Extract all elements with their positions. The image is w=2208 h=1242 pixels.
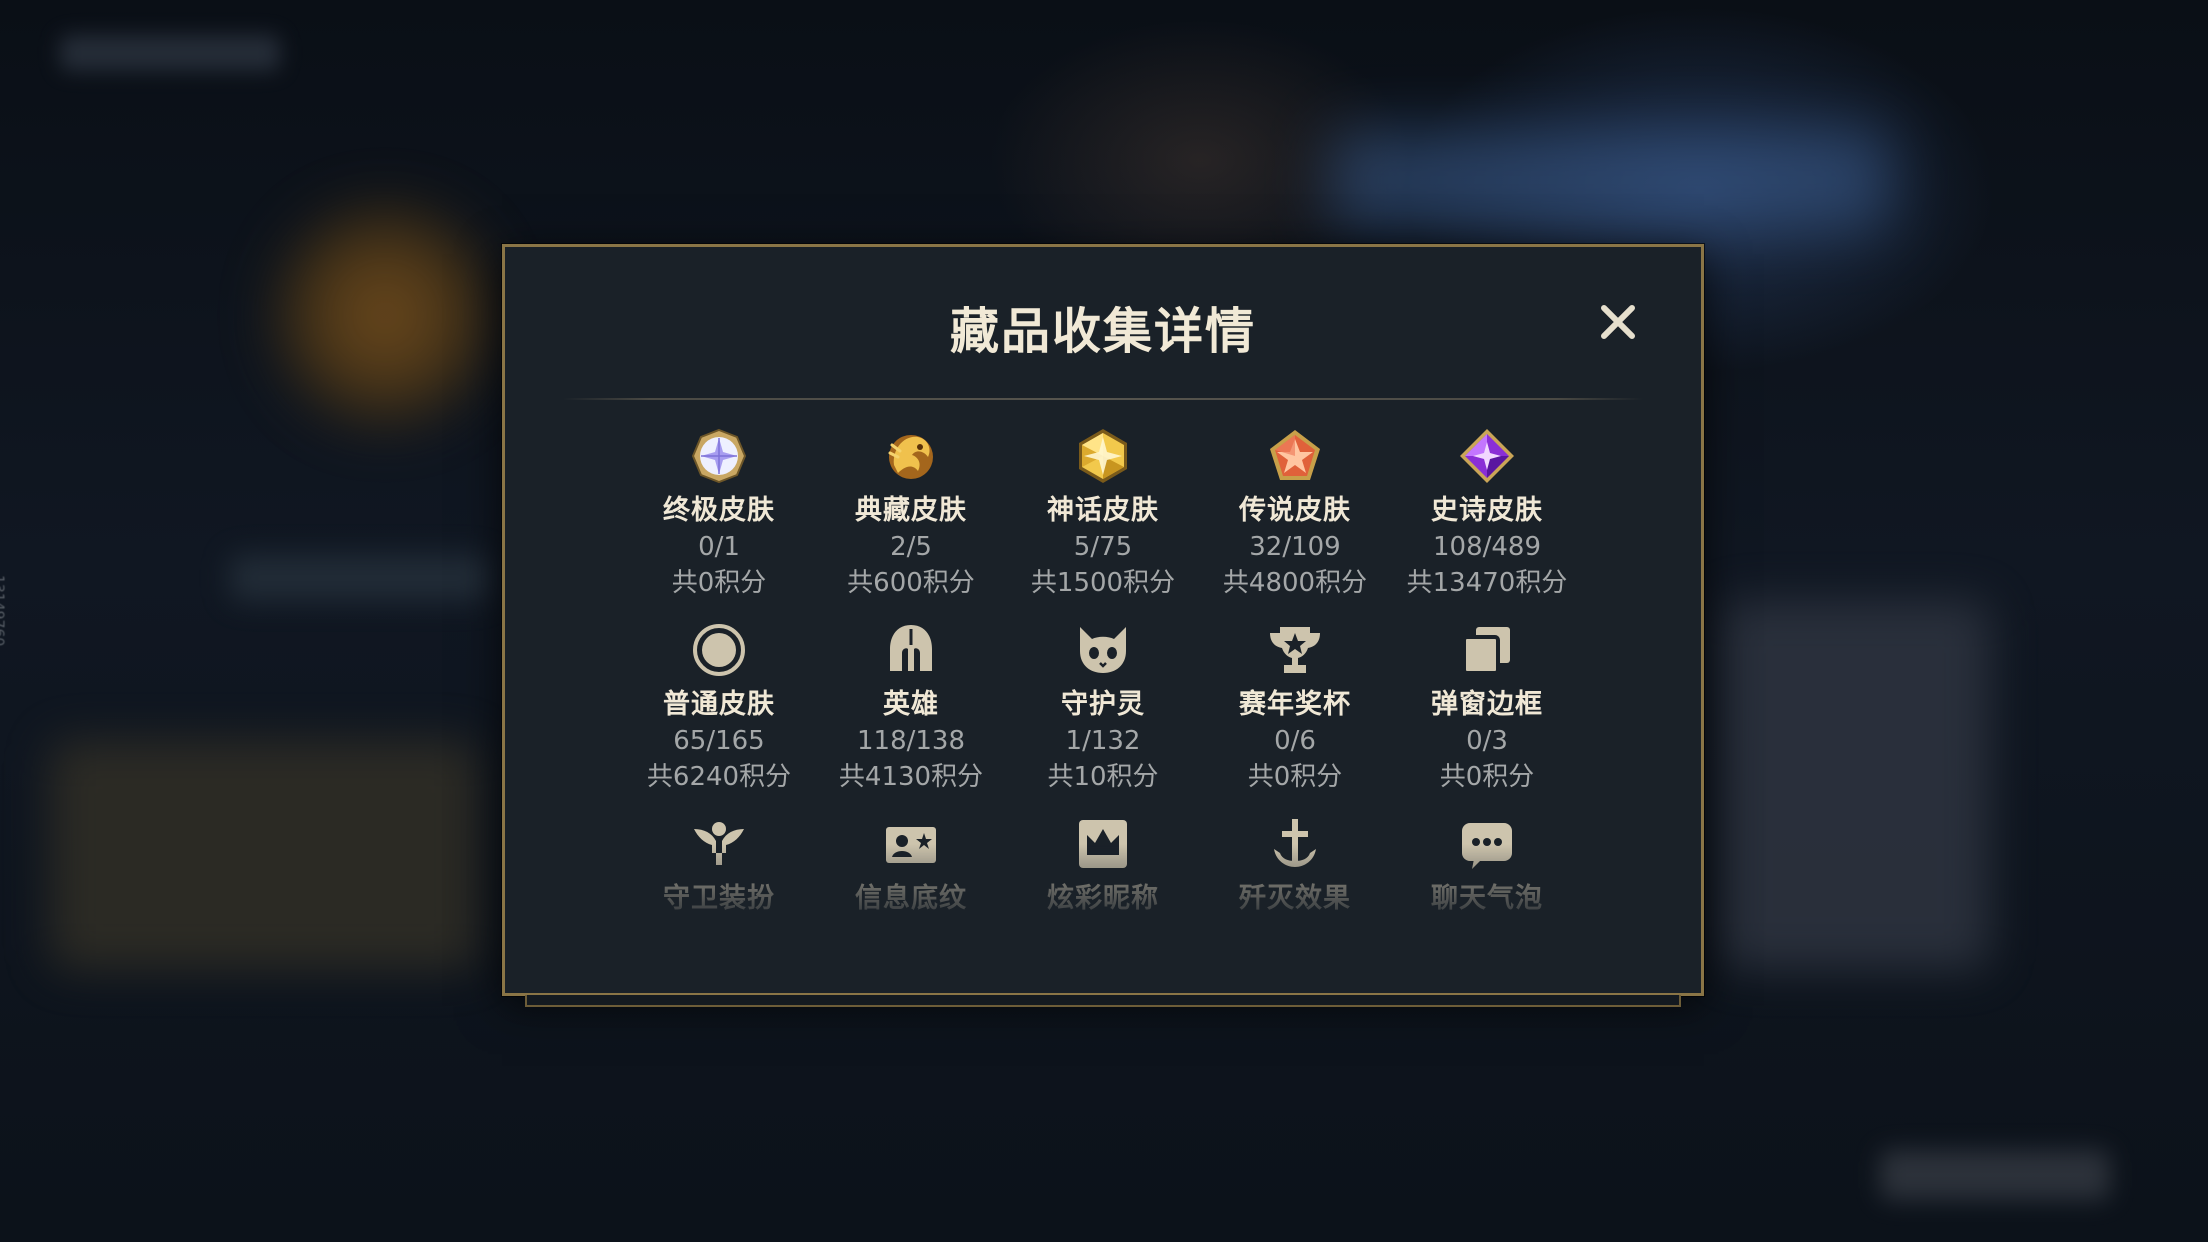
side-id-text: 13149760 [0, 575, 6, 647]
item-count: 5/75 [1073, 532, 1133, 562]
chat-bubble-icon [1456, 813, 1518, 875]
collection-item-ultimate-skin[interactable]: 终极皮肤 0/1 共0积分 [623, 425, 815, 601]
item-count: 1/132 [1065, 726, 1141, 756]
item-score: 共0积分 [671, 568, 767, 598]
collection-item-normal-skin[interactable]: 普通皮肤 65/165 共6240积分 [623, 619, 815, 795]
item-name: 信息底纹 [855, 883, 967, 914]
collection-item-guard-outfit[interactable]: 守卫装扮 [623, 813, 815, 917]
bg-blur-button [1880, 1150, 2110, 1200]
item-count: 65/165 [673, 726, 765, 756]
collection-skin-icon [880, 425, 942, 487]
kill-effect-icon [1264, 813, 1326, 875]
item-score: 共0积分 [1439, 762, 1535, 792]
item-name: 终极皮肤 [663, 495, 775, 526]
collection-item-legend-skin[interactable]: 传说皮肤 32/109 共4800积分 [1199, 425, 1391, 601]
bg-blur-panel-right [1720, 600, 1990, 970]
trophy-icon [1264, 619, 1326, 681]
item-score: 共10积分 [1047, 762, 1159, 792]
item-name: 赛年奖杯 [1239, 689, 1351, 720]
collection-item-epic-skin[interactable]: 史诗皮肤 108/489 共13470积分 [1391, 425, 1583, 601]
item-score: 共0积分 [1247, 762, 1343, 792]
bg-blur-avatar [270, 200, 500, 430]
close-icon [1601, 305, 1635, 339]
collection-details-modal: 藏品收集详情 终极皮肤 0/1 共0积分 典藏皮肤 2/5 共600积分 神话皮… [502, 244, 1704, 1007]
bg-blur-bar [230, 555, 490, 601]
item-name: 守护灵 [1061, 689, 1145, 720]
bg-blur-banner [1330, 130, 1890, 230]
guardian-spirit-icon [1072, 619, 1134, 681]
bg-blur-panel-left [50, 740, 480, 970]
guard-outfit-icon [688, 813, 750, 875]
myth-skin-icon [1072, 425, 1134, 487]
item-name: 史诗皮肤 [1431, 495, 1543, 526]
title-divider [563, 398, 1643, 400]
item-count: 108/489 [1432, 532, 1541, 562]
collection-item-guardian-spirit[interactable]: 守护灵 1/132 共10积分 [1007, 619, 1199, 795]
collection-item-nickname[interactable]: 炫彩昵称 [1007, 813, 1199, 917]
epic-skin-icon [1456, 425, 1518, 487]
item-name: 守卫装扮 [663, 883, 775, 914]
collection-item-kill-effect[interactable]: 歼灭效果 [1199, 813, 1391, 917]
popup-frame-icon [1456, 619, 1518, 681]
collection-item-collection-skin[interactable]: 典藏皮肤 2/5 共600积分 [815, 425, 1007, 601]
ultimate-skin-icon [688, 425, 750, 487]
item-name: 弹窗边框 [1431, 689, 1543, 720]
item-score: 共4130积分 [838, 762, 984, 792]
item-name: 英雄 [883, 689, 939, 720]
item-score: 共6240积分 [646, 762, 792, 792]
collection-item-info-card[interactable]: 信息底纹 [815, 813, 1007, 917]
info-card-icon [880, 813, 942, 875]
bg-blur-top-left [60, 35, 280, 71]
item-name: 普通皮肤 [663, 689, 775, 720]
legend-skin-icon [1264, 425, 1326, 487]
item-name: 神话皮肤 [1047, 495, 1159, 526]
collection-item-chat-bubble[interactable]: 聊天气泡 [1391, 813, 1583, 917]
item-count: 0/1 [698, 532, 740, 562]
item-name: 典藏皮肤 [855, 495, 967, 526]
item-name: 聊天气泡 [1431, 883, 1543, 914]
item-score: 共600积分 [847, 568, 975, 598]
item-name: 歼灭效果 [1239, 883, 1351, 914]
collection-item-myth-skin[interactable]: 神话皮肤 5/75 共1500积分 [1007, 425, 1199, 601]
nickname-crown-icon [1072, 813, 1134, 875]
item-score: 共13470积分 [1406, 568, 1568, 598]
item-score: 共4800积分 [1222, 568, 1368, 598]
hero-helmet-icon [880, 619, 942, 681]
item-name: 传说皮肤 [1239, 495, 1351, 526]
collection-item-popup-frame[interactable]: 弹窗边框 0/3 共0积分 [1391, 619, 1583, 795]
modal-title: 藏品收集详情 [949, 303, 1256, 360]
item-count: 2/5 [890, 532, 932, 562]
normal-skin-icon [688, 619, 750, 681]
item-count: 118/138 [856, 726, 965, 756]
item-count: 32/109 [1249, 532, 1341, 562]
item-name: 炫彩昵称 [1047, 883, 1159, 914]
collection-grid: 终极皮肤 0/1 共0积分 典藏皮肤 2/5 共600积分 神话皮肤 5/75 … [505, 425, 1701, 917]
item-count: 0/3 [1466, 726, 1508, 756]
item-count: 0/6 [1274, 726, 1316, 756]
close-button[interactable] [1595, 299, 1641, 345]
item-score: 共1500积分 [1030, 568, 1176, 598]
collection-item-trophy[interactable]: 赛年奖杯 0/6 共0积分 [1199, 619, 1391, 795]
collection-item-hero[interactable]: 英雄 118/138 共4130积分 [815, 619, 1007, 795]
